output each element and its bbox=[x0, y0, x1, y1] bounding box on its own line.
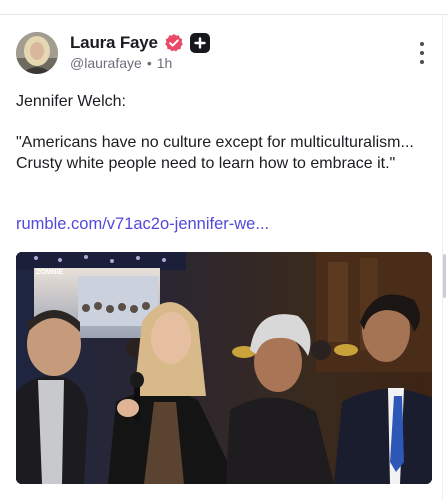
post-body: Jennifer Welch: "Americans have no cultu… bbox=[16, 91, 426, 174]
avatar-image bbox=[16, 32, 58, 74]
scrollbar-thumb[interactable] bbox=[443, 254, 446, 298]
post-link[interactable]: rumble.com/v71ac2o-jennifer-we... bbox=[16, 215, 269, 234]
author-handle[interactable]: @laurafaye bbox=[70, 55, 142, 71]
meta-separator: • bbox=[146, 55, 152, 71]
more-dot bbox=[420, 42, 424, 46]
more-dot bbox=[420, 60, 424, 64]
author-row: Laura Faye bbox=[70, 32, 210, 54]
top-divider bbox=[0, 14, 448, 15]
author-name[interactable]: Laura Faye bbox=[70, 33, 158, 53]
avatar[interactable] bbox=[16, 32, 58, 74]
video-thumbnail[interactable]: ZOMBIE bbox=[16, 252, 432, 484]
post-timestamp[interactable]: 1h bbox=[157, 55, 173, 71]
verified-badge-icon bbox=[164, 33, 184, 53]
more-vertical-icon[interactable] bbox=[418, 42, 426, 64]
screen-logo: ZOMBIE bbox=[36, 269, 64, 276]
post-quote: "Americans have no culture except for mu… bbox=[16, 134, 414, 172]
post-page: Laura Faye @laurafaye • 1h Jennifer Welc… bbox=[0, 0, 448, 500]
more-dot bbox=[420, 51, 424, 55]
post-text-line: Jennifer Welch: bbox=[16, 93, 126, 110]
author-meta: @laurafaye • 1h bbox=[70, 55, 172, 71]
video-frame: ZOMBIE bbox=[16, 252, 432, 484]
plus-badge-icon bbox=[189, 33, 210, 53]
